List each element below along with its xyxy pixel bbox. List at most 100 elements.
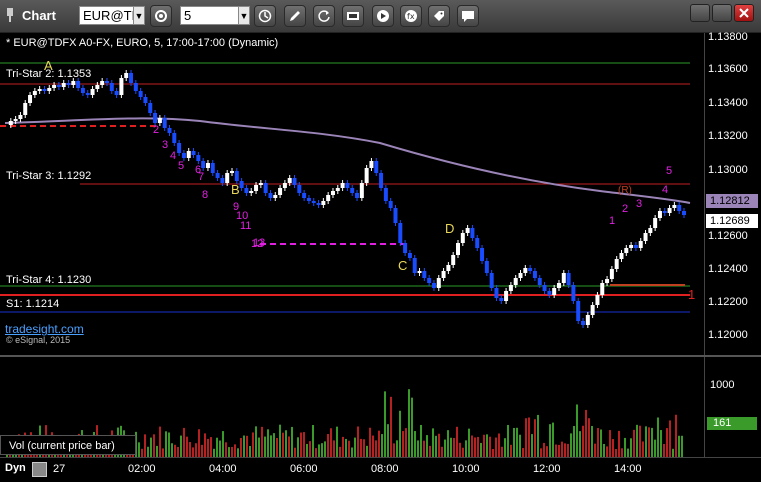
volume-bar (498, 433, 500, 457)
time-axis[interactable]: Dyn 27 02:00 04:00 06:00 08:00 10:00 12:… (0, 457, 761, 482)
annotation-one: 1 (688, 287, 695, 302)
volume-bar (465, 440, 467, 457)
candle-body (605, 279, 610, 283)
volume-bar (246, 435, 248, 457)
volume-bar (195, 443, 197, 457)
volume-bar (453, 437, 455, 457)
candle-body (456, 243, 460, 255)
symbol-dropdown-icon[interactable]: ▼ (133, 6, 145, 25)
volume-bar (159, 426, 161, 457)
candle-body (393, 208, 398, 223)
candle-body (326, 195, 331, 201)
candle-body (47, 88, 52, 91)
volume-bar (558, 444, 560, 457)
candle-body (552, 288, 557, 295)
volume-bar (276, 437, 278, 457)
dyn-label: Dyn (5, 462, 26, 474)
candle-body (239, 181, 244, 188)
candle-body (494, 288, 499, 298)
volume-bar (432, 428, 434, 457)
volume-bar (324, 441, 326, 457)
volume-bar (138, 442, 140, 457)
candle-body (249, 191, 254, 193)
volume-bar (435, 435, 437, 457)
interval-settings-icon[interactable] (150, 5, 172, 27)
candle-body (407, 253, 412, 258)
volume-bar (393, 443, 395, 457)
volume-bar (423, 440, 425, 457)
annotation-d: D (445, 221, 454, 236)
candle-body (66, 83, 71, 85)
volume-bar (360, 438, 362, 457)
price-tick: 1.12200 (708, 296, 748, 308)
volume-bar (216, 437, 218, 457)
candle-body (273, 195, 278, 198)
volume-bar (561, 441, 563, 457)
magnifier-clock-icon[interactable] (254, 5, 276, 27)
volume-bar (552, 422, 554, 457)
candle-body (80, 88, 85, 93)
candle-body (518, 273, 523, 278)
tri-star-3-label: Tri-Star 3: 1.1292 (6, 170, 92, 182)
play-icon[interactable] (372, 5, 394, 27)
candle-body (61, 83, 66, 87)
price-tick: 1.12000 (708, 329, 748, 341)
fx-icon[interactable]: fx (400, 5, 422, 27)
volume-bar (666, 428, 668, 457)
volume-bar (537, 414, 539, 457)
candle-body (71, 81, 76, 85)
candle-body (537, 278, 542, 285)
volume-bar (588, 418, 590, 457)
candle-body (167, 128, 172, 133)
candle-body (561, 273, 566, 283)
volume-bar (369, 427, 371, 457)
candle-body (210, 163, 215, 173)
price-tick: 1.12600 (708, 230, 748, 242)
watermark-link[interactable]: tradesight.com (5, 322, 84, 336)
volume-bar (513, 427, 515, 457)
volume-bar (540, 448, 542, 457)
volume-bar (585, 409, 587, 457)
volume-bar (630, 438, 632, 457)
comment-icon[interactable] (457, 5, 479, 27)
volume-bar (180, 435, 182, 457)
tag-icon[interactable] (428, 5, 450, 27)
minimize-button[interactable] (690, 4, 710, 22)
volume-bar (438, 433, 440, 457)
candle-body (311, 201, 316, 203)
volume-bar (663, 443, 665, 457)
price-chart[interactable]: A B C D 1 2 3 4 5 6 7 8 9 10 11 12 13 1 2 3 4 5 (R) (0, 33, 704, 355)
volume-bar (564, 443, 566, 457)
candle-body (345, 183, 350, 188)
volume-bar (480, 442, 482, 457)
price-tick: 1.12400 (708, 263, 748, 275)
pencil-icon[interactable] (284, 5, 306, 27)
candle-body (297, 185, 302, 193)
volume-bar (450, 437, 452, 457)
volume-bar (645, 426, 647, 457)
volume-bar (681, 435, 683, 457)
calendar-icon[interactable] (32, 462, 47, 477)
volume-bar (510, 444, 512, 457)
candle-body (119, 78, 124, 95)
candle-body (32, 91, 37, 95)
title-bar: Chart EUR@TD ▼ 5 ▼ fx (0, 0, 761, 33)
volume-bar (249, 445, 251, 457)
candle-body (398, 223, 403, 243)
ma-price-tag: 1.12812 (706, 194, 758, 208)
volume-bar (258, 437, 260, 457)
candle-body (268, 193, 273, 198)
candle-body (585, 315, 590, 325)
volume-bar (576, 404, 578, 457)
candle-body (451, 255, 456, 265)
refresh-icon[interactable] (313, 5, 335, 27)
close-button[interactable] (734, 4, 754, 22)
candle-body (470, 228, 475, 238)
volume-tick: 1000 (710, 379, 735, 391)
volume-bar (648, 427, 650, 457)
volume-bar (222, 431, 224, 457)
interval-dropdown-icon[interactable]: ▼ (238, 6, 250, 25)
study-icon[interactable] (342, 5, 364, 27)
maximize-button[interactable] (712, 4, 732, 22)
volume-bar (147, 446, 149, 457)
